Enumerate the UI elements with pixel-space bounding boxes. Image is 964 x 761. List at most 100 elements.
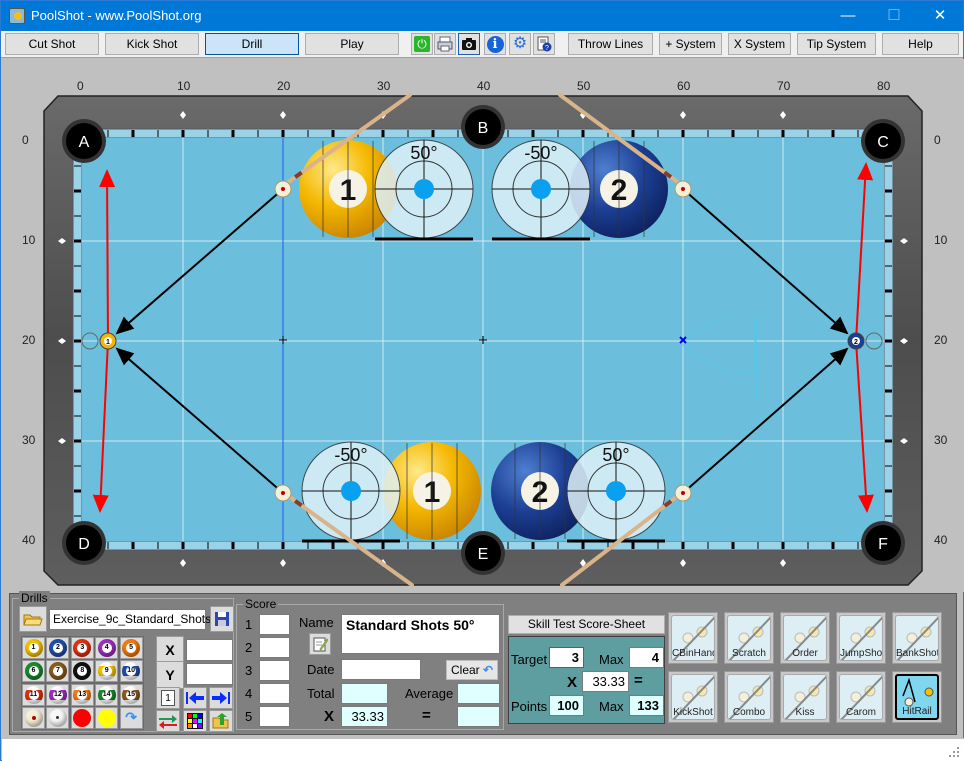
- info-button[interactable]: i: [484, 33, 506, 55]
- ball-button-8[interactable]: 8: [70, 660, 94, 683]
- ball-button-4[interactable]: 4: [95, 637, 119, 659]
- save-drill-button[interactable]: [210, 606, 234, 632]
- color-grid-button[interactable]: [183, 710, 207, 732]
- score-result: [457, 706, 500, 727]
- rail-tick: [631, 542, 635, 549]
- score-input-2[interactable]: [259, 637, 290, 658]
- x-system-button[interactable]: X System: [728, 33, 791, 55]
- ball-icon: 2: [48, 639, 67, 657]
- ball-button-6[interactable]: 6: [22, 660, 45, 683]
- shot-type-kiss[interactable]: Kiss: [780, 671, 830, 723]
- settings-button[interactable]: ⚙: [509, 33, 531, 55]
- ball-button-11[interactable]: 11: [22, 683, 45, 706]
- y-coordinate-input[interactable]: [186, 663, 233, 685]
- rail-tick: [331, 542, 335, 549]
- redo-button[interactable]: ↷: [119, 706, 143, 729]
- rail-tick: [885, 515, 892, 517]
- drill-button[interactable]: Drill: [205, 33, 299, 55]
- ball-button-5[interactable]: 5: [119, 637, 143, 659]
- power-button[interactable]: ⏻: [411, 33, 433, 55]
- export-button[interactable]: [209, 710, 233, 732]
- drill-name-input[interactable]: Standard Shots 50°: [341, 614, 500, 654]
- x-coordinate-input[interactable]: [186, 639, 233, 661]
- help-doc-button[interactable]: ?: [533, 33, 555, 55]
- ball-button-2[interactable]: 2: [46, 637, 70, 659]
- shot-type-carom[interactable]: Carom: [836, 671, 886, 723]
- previous-drill-button[interactable]: [183, 687, 207, 709]
- close-button[interactable]: ✕: [917, 1, 963, 31]
- cue-ball-button[interactable]: [22, 706, 45, 729]
- rail-tick: [581, 542, 585, 549]
- table-canvas[interactable]: 0 10 20 30 40 50 60 70 80 0 0 10 10 20 20 30 30 40 40: [2, 59, 964, 592]
- rail-tick: [431, 542, 435, 549]
- rail-tick: [74, 289, 81, 293]
- ball-button-15[interactable]: 15: [119, 683, 143, 706]
- aim-point: [606, 481, 626, 501]
- print-button[interactable]: [434, 33, 456, 55]
- score-group-label: Score: [243, 597, 279, 611]
- edit-name-button[interactable]: [309, 633, 331, 655]
- shot-type-label: JumpShot: [840, 648, 883, 659]
- rail-tick: [407, 130, 409, 137]
- kick-shot-button[interactable]: Kick Shot: [105, 33, 199, 55]
- object-ball-number: 1: [106, 339, 110, 346]
- skill-test-score-sheet-button[interactable]: Skill Test Score-Sheet: [508, 615, 665, 634]
- shot-type-bankshot[interactable]: BankShot: [892, 612, 942, 664]
- pocket-label: B: [478, 120, 489, 137]
- pool-table[interactable]: ABCDEF150°2-50°1-50°250°1 2: [2, 59, 964, 592]
- camera-button[interactable]: [458, 33, 480, 55]
- rail-tick: [831, 542, 835, 549]
- cut-shot-button[interactable]: Cut Shot: [5, 33, 99, 55]
- y-label-button[interactable]: Y: [156, 661, 184, 689]
- shot-type-combo[interactable]: Combo: [724, 671, 774, 723]
- x-label-button[interactable]: X: [156, 636, 184, 664]
- ball-button-1[interactable]: 1: [22, 637, 45, 659]
- rail-tick: [231, 130, 235, 137]
- white-ball-button[interactable]: [46, 706, 70, 729]
- rail-tick: [407, 542, 409, 549]
- score-input-3[interactable]: [259, 660, 290, 681]
- ball-button-9[interactable]: 9: [95, 660, 119, 683]
- help-button[interactable]: Help: [882, 33, 959, 55]
- swap-button[interactable]: [156, 710, 180, 732]
- ball-button-7[interactable]: 7: [46, 660, 70, 683]
- ball-icon: 4: [97, 639, 116, 657]
- maximize-button[interactable]: ☐: [871, 1, 917, 31]
- next-drill-button[interactable]: [209, 687, 233, 709]
- hit-rail-icon: [902, 678, 934, 707]
- folder-export-icon: [212, 713, 229, 729]
- rail-tick: [885, 415, 892, 417]
- minimize-button[interactable]: —: [825, 1, 871, 31]
- open-drill-button[interactable]: [19, 606, 47, 632]
- score-input-4[interactable]: [259, 683, 290, 704]
- shot-type-hitrail[interactable]: HitRail: [892, 671, 942, 723]
- ball-button-10[interactable]: 10: [119, 660, 143, 683]
- plus-system-button[interactable]: + System: [659, 33, 722, 55]
- date-input[interactable]: [341, 659, 421, 680]
- ball-button-3[interactable]: 3: [70, 637, 94, 659]
- max-input[interactable]: 4: [629, 647, 664, 668]
- ball-button-13[interactable]: 13: [70, 683, 94, 706]
- resize-grip-icon[interactable]: [948, 746, 960, 758]
- shot-type-order[interactable]: Order: [780, 612, 830, 664]
- rail-tick: [231, 542, 235, 549]
- shot-type-scratch[interactable]: Scratch: [724, 612, 774, 664]
- target-input[interactable]: 3: [549, 647, 584, 668]
- drill-file-input[interactable]: Exercise_9c_Standard_Shots: [49, 609, 211, 630]
- ball-button-14[interactable]: 14: [95, 683, 119, 706]
- rail-tick: [885, 389, 892, 393]
- throw-lines-button[interactable]: Throw Lines: [568, 33, 653, 55]
- yellow-marker-button[interactable]: [95, 706, 119, 729]
- aim-angle-label: 50°: [410, 143, 437, 163]
- shot-type-jumpshot[interactable]: JumpShot: [836, 612, 886, 664]
- page-button[interactable]: 1: [156, 687, 180, 709]
- shot-type-kickshot[interactable]: KickShot: [668, 671, 718, 723]
- tip-system-button[interactable]: Tip System: [797, 33, 876, 55]
- play-button[interactable]: Play: [305, 33, 399, 55]
- score-input-1[interactable]: [259, 614, 290, 635]
- shot-type-cbinhand[interactable]: CBinHand: [668, 612, 718, 664]
- clear-button[interactable]: Clear ↶: [446, 660, 498, 680]
- score-input-5[interactable]: [259, 706, 290, 727]
- ball-button-12[interactable]: 12: [46, 683, 70, 706]
- red-marker-button[interactable]: [70, 706, 94, 729]
